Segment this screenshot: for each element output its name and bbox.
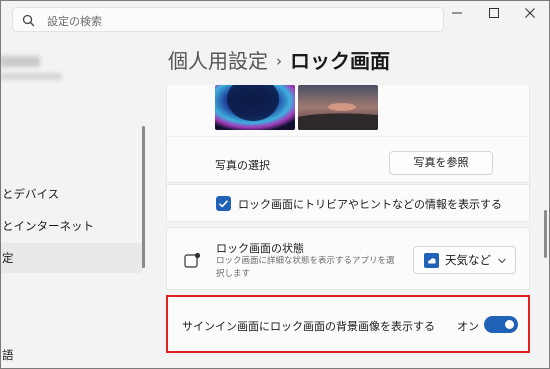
trivia-checkbox[interactable] bbox=[216, 196, 231, 211]
wallpaper-thumbnail-2[interactable] bbox=[298, 85, 378, 130]
sidebar-item-label: 定 bbox=[2, 251, 14, 265]
check-icon bbox=[218, 200, 229, 208]
signin-background-card: サインイン画面にロック画面の背景画像を表示する オン bbox=[166, 295, 530, 353]
sidebar-item-network[interactable]: とインターネット bbox=[0, 211, 143, 241]
search-box[interactable]: 設定の検索 bbox=[12, 7, 444, 32]
sidebar-item-language[interactable]: 語 bbox=[0, 340, 143, 369]
status-app-dropdown[interactable]: 天気など bbox=[413, 246, 516, 274]
weather-icon bbox=[424, 253, 439, 268]
search-icon bbox=[22, 14, 35, 27]
user-name-blurred bbox=[0, 56, 40, 67]
breadcrumb: 個人用設定 › ロック画面 bbox=[168, 45, 390, 74]
trivia-checkbox-label: ロック画面にトリビアやヒントなどの情報を表示する bbox=[238, 198, 502, 211]
photo-select-label: 写真の選択 bbox=[215, 159, 270, 172]
sidebar-item-devices[interactable]: とデバイス bbox=[0, 179, 143, 209]
close-icon[interactable] bbox=[523, 6, 537, 20]
sidebar-item-personalization[interactable]: 定 bbox=[0, 243, 143, 273]
search-placeholder: 設定の検索 bbox=[47, 15, 102, 28]
browse-photos-button[interactable]: 写真を参照 bbox=[389, 151, 493, 175]
device-status-icon bbox=[184, 252, 201, 268]
sidebar-item-label: 語 bbox=[2, 348, 14, 362]
photo-card: 写真の選択 写真を参照 bbox=[166, 85, 531, 183]
content-scrollbar[interactable] bbox=[544, 210, 547, 258]
breadcrumb-separator: › bbox=[276, 52, 282, 70]
sidebar-scrollbar[interactable] bbox=[142, 126, 145, 268]
dropdown-value: 天気など bbox=[445, 253, 491, 267]
chevron-down-icon bbox=[498, 258, 506, 264]
minimize-icon[interactable] bbox=[450, 6, 464, 20]
wallpaper-thumbnail-1[interactable] bbox=[215, 85, 295, 130]
lock-status-title: ロック画面の状態 bbox=[216, 242, 304, 255]
toggle-state-label: オン bbox=[457, 320, 479, 333]
user-email-blurred bbox=[0, 73, 62, 80]
maximize-icon[interactable] bbox=[487, 6, 501, 20]
sidebar-item-label: とデバイス bbox=[2, 187, 60, 201]
sidebar-item-label: とインターネット bbox=[2, 219, 94, 233]
signin-background-label: サインイン画面にロック画面の背景画像を表示する bbox=[182, 320, 435, 333]
lock-status-description: ロック画面に詳細な状態を表示するアプリを選択します bbox=[216, 256, 395, 279]
trivia-row: ロック画面にトリビアやヒントなどの情報を表示する bbox=[166, 184, 530, 222]
breadcrumb-parent[interactable]: 個人用設定 bbox=[168, 49, 268, 73]
page-title: ロック画面 bbox=[290, 49, 390, 73]
lock-status-card: ロック画面の状態 ロック画面に詳細な状態を表示するアプリを選択します 天気など bbox=[166, 227, 530, 290]
toggle-knob bbox=[505, 320, 514, 329]
signin-background-toggle[interactable] bbox=[484, 316, 518, 333]
